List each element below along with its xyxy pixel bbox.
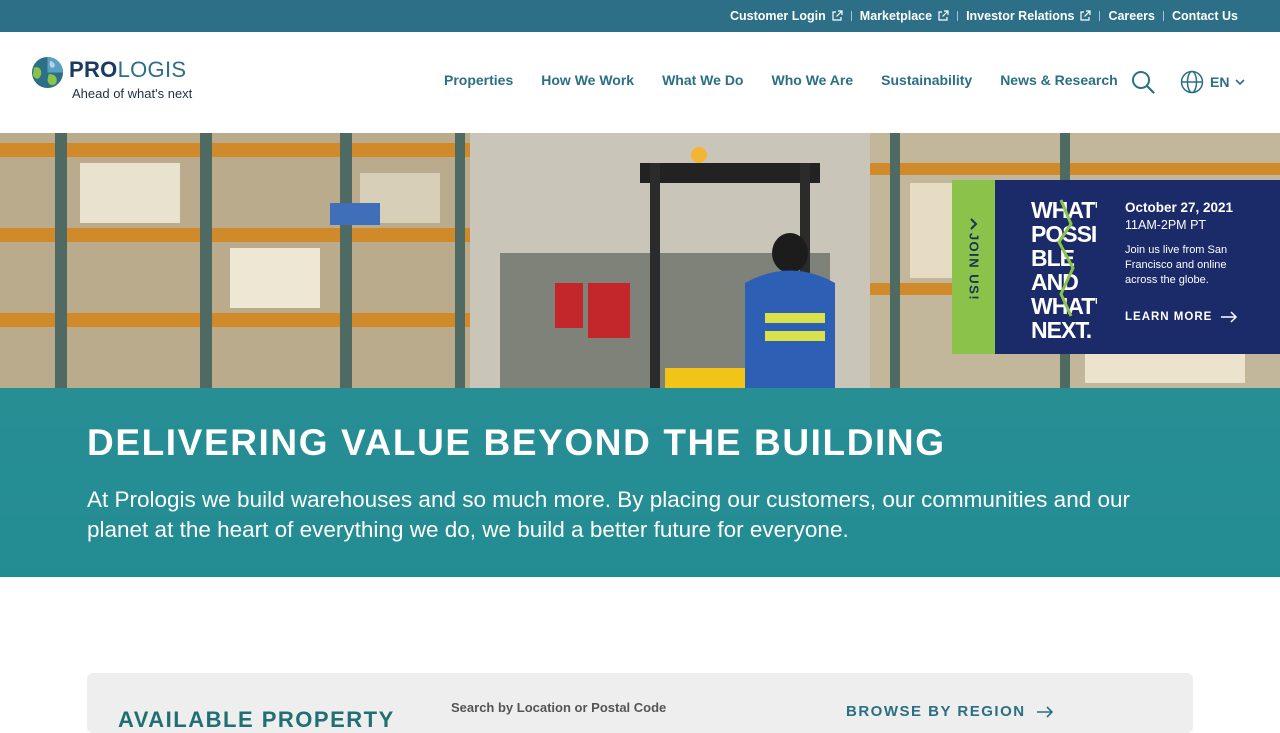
utility-separator: [1163, 11, 1165, 21]
nav-item-sustainability[interactable]: Sustainability: [881, 72, 972, 92]
utility-bar: Customer Login Marketplace Investor Rela…: [0, 0, 1280, 32]
logo-wordmark: PROLOGIS: [69, 57, 187, 82]
event-description: Join us live from San Francisco and onli…: [1125, 244, 1228, 286]
promo-body: WHAT'S POSSI- BLE AND WHAT'S NEXT. Octob…: [995, 180, 1280, 354]
marketplace-link[interactable]: Marketplace: [860, 9, 949, 23]
arrow-right-icon: [1036, 705, 1053, 718]
event-time: 11AM-2PM PT: [1125, 218, 1207, 232]
nav-item-news-research[interactable]: News & Research: [1000, 72, 1118, 92]
property-search-panel: AVAILABLE PROPERTY Search by Location or…: [87, 673, 1193, 733]
learn-more-link[interactable]: LEARN MORE: [1125, 311, 1238, 323]
globe-logo-icon: [31, 56, 64, 89]
hero-title: DELIVERING VALUE BEYOND THE BUILDING: [87, 422, 946, 463]
utility-separator: [1099, 11, 1101, 21]
external-link-icon: [832, 10, 843, 21]
customer-login-label: Customer Login: [729, 9, 826, 23]
marketplace-label: Marketplace: [859, 9, 933, 23]
careers-link[interactable]: Careers: [1108, 9, 1155, 23]
external-link-icon: [938, 10, 949, 21]
site-header: PROLOGIS Ahead of what's next Properties…: [0, 32, 1280, 133]
nav-item-how-we-work[interactable]: How We Work: [541, 72, 634, 92]
contact-us-link[interactable]: Contact Us: [1172, 9, 1238, 23]
language-label: EN: [1210, 74, 1230, 90]
event-promo[interactable]: JOIN US! WHAT'S POSSI- BLE AND WHAT'S NE…: [952, 180, 1280, 354]
join-us-tab[interactable]: JOIN US!: [952, 180, 995, 354]
browse-by-region-label: BROWSE BY REGION: [846, 703, 1026, 720]
investor-relations-link[interactable]: Investor Relations: [966, 9, 1092, 23]
search-icon[interactable]: [1131, 70, 1155, 94]
promo-art-line: WHAT'S: [1031, 293, 1097, 319]
main-nav: Properties How We Work What We Do Who We…: [444, 72, 1146, 92]
location-search-label: Search by Location or Postal Code: [451, 700, 667, 715]
external-link-icon: [1080, 10, 1092, 21]
browse-by-region-link[interactable]: BROWSE BY REGION: [846, 703, 1054, 720]
utility-separator: [850, 11, 852, 21]
available-property-heading: AVAILABLE PROPERTY: [118, 707, 395, 732]
event-date: October 27, 2021: [1125, 200, 1234, 215]
chevron-down-icon: [1235, 79, 1246, 86]
hero-section: DELIVERING VALUE BEYOND THE BUILDING At …: [0, 133, 1280, 577]
whats-possible-logo: WHAT'S POSSI- BLE AND WHAT'S NEXT.: [1031, 197, 1097, 340]
nav-item-what-we-do[interactable]: What We Do: [662, 72, 743, 92]
language-selector[interactable]: EN: [1180, 70, 1246, 94]
utility-links: Customer Login Marketplace Investor Rela…: [730, 0, 1238, 32]
prologis-logo[interactable]: PROLOGIS Ahead of what's next: [31, 55, 206, 105]
utility-separator: [957, 11, 959, 21]
arrow-right-icon: [1221, 311, 1238, 323]
careers-label: Careers: [1108, 9, 1156, 23]
nav-item-properties[interactable]: Properties: [444, 72, 513, 92]
chevron-right-icon: [970, 218, 978, 230]
investor-relations-label: Investor Relations: [966, 9, 1075, 23]
join-us-label: JOIN US!: [966, 232, 982, 302]
contact-us-label: Contact Us: [1172, 9, 1238, 23]
hero-caption-band: [0, 388, 1280, 577]
hero-description: At Prologis we build warehouses and so m…: [87, 487, 1130, 542]
customer-login-link[interactable]: Customer Login: [730, 9, 843, 23]
promo-art-line: NEXT.: [1031, 317, 1091, 340]
learn-more-label: LEARN MORE: [1125, 311, 1213, 323]
logo-tagline: Ahead of what's next: [72, 86, 193, 101]
globe-icon: [1180, 70, 1204, 94]
nav-item-who-we-are[interactable]: Who We Are: [771, 72, 853, 92]
